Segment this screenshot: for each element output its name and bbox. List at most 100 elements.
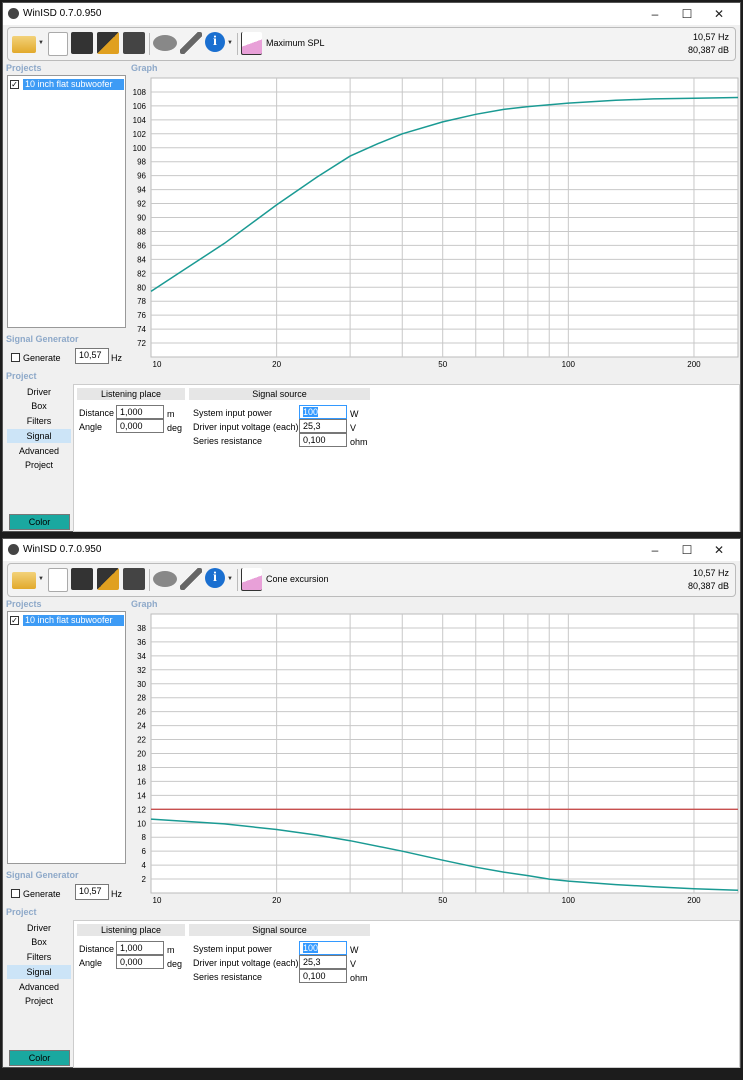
open-dropdown-arrow-icon[interactable]: ▼ <box>38 40 44 46</box>
project-list-item[interactable]: ✓ 10 inch flat subwoofer <box>10 79 124 90</box>
graph-label: Graph <box>131 599 158 609</box>
tab-filters[interactable]: Filters <box>7 414 71 428</box>
y-tick-label: 100 <box>133 144 147 153</box>
window-title: WinISD 0.7.0.950 <box>23 544 102 555</box>
tab-box[interactable]: Box <box>7 399 71 413</box>
graph-icon[interactable] <box>241 32 262 55</box>
save-all-icon[interactable] <box>123 32 145 54</box>
tab-advanced[interactable]: Advanced <box>7 980 71 994</box>
tab-signal[interactable]: Signal <box>7 429 71 443</box>
graph-icon[interactable] <box>241 568 262 591</box>
close-button[interactable]: ✕ <box>704 541 734 559</box>
y-tick-label: 74 <box>137 325 146 334</box>
project-list: ✓ 10 inch flat subwoofer <box>7 611 126 864</box>
y-tick-label: 88 <box>137 227 146 236</box>
minimize-button[interactable]: – <box>640 541 670 559</box>
new-project-icon[interactable] <box>48 32 68 56</box>
new-project-icon[interactable] <box>48 568 68 592</box>
maximize-button[interactable]: ☐ <box>672 541 702 559</box>
graph-chart[interactable]: 246810121416182022242628303234363810 20 50… <box>128 611 740 906</box>
info-icon[interactable]: i <box>205 568 225 588</box>
tab-project[interactable]: Project <box>7 994 71 1008</box>
angle-input[interactable]: 0,000 <box>116 955 164 969</box>
y-tick-label: 90 <box>137 214 146 223</box>
save-icon[interactable] <box>71 568 93 590</box>
tab-project[interactable]: Project <box>7 458 71 472</box>
color-button[interactable]: Color <box>9 514 70 530</box>
graph-chart[interactable]: 72 74 76 78 80 82 84 86 88 90 92 94 96 98 100 102 104 106… <box>128 75 740 370</box>
y-tick-label: 86 <box>137 241 146 250</box>
driver-input-voltage-label: Driver input voltage (each) <box>193 958 299 968</box>
generator-frequency-input[interactable]: 10,57 <box>75 348 109 364</box>
graph-type-selector[interactable]: Maximum SPL <box>266 38 325 48</box>
angle-unit: deg <box>167 959 183 969</box>
tab-filters[interactable]: Filters <box>7 950 71 964</box>
open-dropdown-arrow-icon[interactable]: ▼ <box>38 576 44 582</box>
app-icon <box>8 8 19 19</box>
power-unit: W <box>350 945 359 955</box>
window-title: WinISD 0.7.0.950 <box>23 8 102 19</box>
driver-icon[interactable] <box>153 571 177 587</box>
project-list: ✓ 10 inch flat subwoofer <box>7 75 126 328</box>
system-input-power-input[interactable]: 100 <box>299 941 347 955</box>
y-tick-label: 94 <box>137 186 146 195</box>
tab-driver[interactable]: Driver <box>7 921 71 935</box>
x-tick-label: 100 <box>562 360 576 369</box>
angle-label: Angle <box>79 422 103 432</box>
close-button[interactable]: ✕ <box>704 5 734 23</box>
toolbar-separator <box>237 33 238 55</box>
project-name[interactable]: 10 inch flat subwoofer <box>23 615 124 626</box>
tab-box[interactable]: Box <box>7 935 71 949</box>
toolbar: ▼ i ▼ Cone excursion 10,57 Hz 80,387 dB <box>7 563 736 597</box>
series-resistance-input[interactable]: 0,100 <box>299 433 347 447</box>
project-tabs: Driver Box Filters Signal Advanced Proje… <box>7 384 73 532</box>
distance-input[interactable]: 1,000 <box>116 405 164 419</box>
project-list-item[interactable]: ✓ 10 inch flat subwoofer <box>10 615 124 626</box>
minimize-button[interactable]: – <box>640 5 670 23</box>
maximize-button[interactable]: ☐ <box>672 5 702 23</box>
save-icon[interactable] <box>71 32 93 54</box>
signal-source-header: Signal source <box>189 388 370 400</box>
app-icon <box>8 544 19 555</box>
open-folder-icon[interactable] <box>12 36 36 53</box>
generator-frequency-input[interactable]: 10,57 <box>75 884 109 900</box>
title-bar: WinISD 0.7.0.950 – ☐ ✕ <box>3 539 740 561</box>
tab-signal[interactable]: Signal <box>7 965 71 979</box>
generate-label: Generate <box>23 353 61 363</box>
graph-type-selector[interactable]: Cone excursion <box>266 574 329 584</box>
distance-input[interactable]: 1,000 <box>116 941 164 955</box>
open-folder-icon[interactable] <box>12 572 36 589</box>
tab-driver[interactable]: Driver <box>7 385 71 399</box>
y-tick-label: 80 <box>137 283 146 292</box>
info-dropdown-arrow-icon[interactable]: ▼ <box>227 576 233 582</box>
save-as-icon[interactable] <box>97 32 119 54</box>
driver-icon[interactable] <box>153 35 177 51</box>
driver-input-voltage-input[interactable]: 25,3 <box>299 419 347 433</box>
generate-label: Generate <box>23 889 61 899</box>
y-tick-label: 2 <box>142 875 147 884</box>
driver-input-voltage-input[interactable]: 25,3 <box>299 955 347 969</box>
save-all-icon[interactable] <box>123 568 145 590</box>
series-resistance-input[interactable]: 0,100 <box>299 969 347 983</box>
generate-checkbox[interactable] <box>11 889 20 898</box>
system-input-power-input[interactable]: 100 <box>299 405 347 419</box>
projects-label: Projects <box>6 599 42 609</box>
info-icon[interactable]: i <box>205 32 225 52</box>
y-tick-label: 4 <box>142 861 147 870</box>
info-dropdown-arrow-icon[interactable]: ▼ <box>227 40 233 46</box>
toolbar: ▼ i ▼ Maximum SPL 10,57 Hz 80,387 dB <box>7 27 736 61</box>
project-checkbox[interactable]: ✓ <box>10 616 19 625</box>
tab-advanced[interactable]: Advanced <box>7 444 71 458</box>
color-button[interactable]: Color <box>9 1050 70 1066</box>
y-tick-label: 82 <box>137 269 146 278</box>
save-as-icon[interactable] <box>97 568 119 590</box>
y-tick-label: 22 <box>137 736 146 745</box>
project-name[interactable]: 10 inch flat subwoofer <box>23 79 124 90</box>
toolbar-separator <box>237 569 238 591</box>
angle-input[interactable]: 0,000 <box>116 419 164 433</box>
project-checkbox[interactable]: ✓ <box>10 80 19 89</box>
y-tick-label: 34 <box>137 652 146 661</box>
generate-checkbox[interactable] <box>11 353 20 362</box>
wrench-icon[interactable] <box>180 32 202 54</box>
wrench-icon[interactable] <box>180 568 202 590</box>
